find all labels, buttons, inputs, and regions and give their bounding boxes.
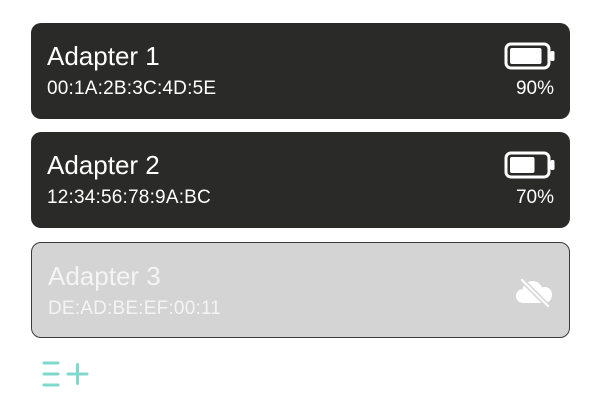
- adapter-card-2[interactable]: Adapter 2 12:34:56:78:9A:BC 70%: [31, 132, 570, 228]
- battery-percent: 70%: [515, 187, 554, 208]
- battery-icon: [504, 42, 555, 70]
- adapter-mac-address: 12:34:56:78:9A:BC: [47, 187, 211, 208]
- adapter-mac-address: DE:AD:BE:EF:00:11: [48, 298, 222, 319]
- adapter-name: Adapter 2: [47, 150, 160, 180]
- adapter-name: Adapter 3: [48, 261, 161, 291]
- cloud-offline-icon: [516, 277, 552, 307]
- adapter-card-1[interactable]: Adapter 1 00:1A:2B:3C:4D:5E 90%: [31, 23, 570, 119]
- battery-percent: 90%: [515, 78, 554, 99]
- adapter-name: Adapter 1: [47, 41, 160, 71]
- adapter-card-3[interactable]: Adapter 3 DE:AD:BE:EF:00:11: [31, 242, 570, 338]
- battery-icon: [504, 151, 555, 179]
- adapter-mac-address: 00:1A:2B:3C:4D:5E: [47, 78, 217, 99]
- add-list-icon[interactable]: [42, 360, 90, 388]
